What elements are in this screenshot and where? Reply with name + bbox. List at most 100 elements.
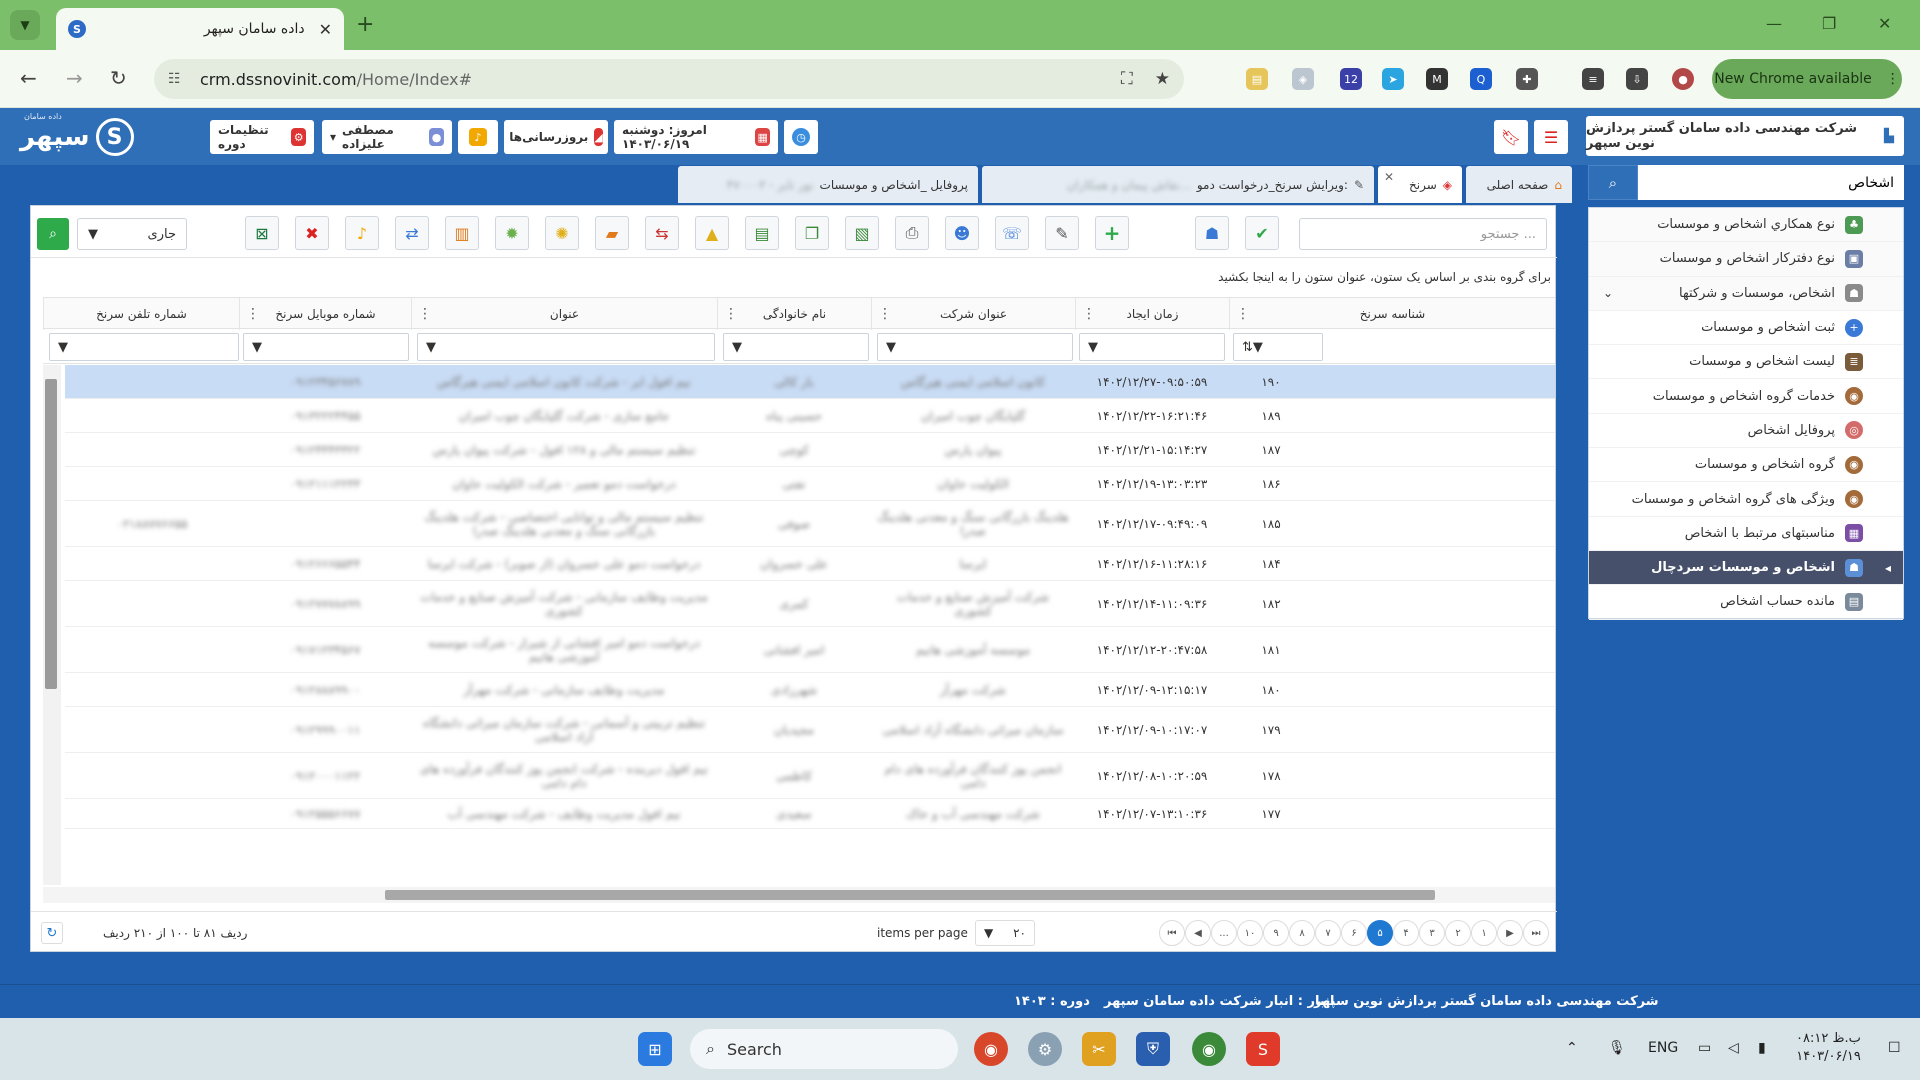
search-people-button[interactable]: ☗ (1195, 216, 1229, 250)
translate-icon[interactable]: ⛶ (1121, 69, 1133, 89)
filter-id[interactable]: ⇅▼ (1233, 333, 1323, 361)
document-add-button[interactable]: ▤ (745, 216, 779, 250)
image-add-button[interactable]: ▧ (845, 216, 879, 250)
page-button[interactable]: ۹ (1263, 920, 1289, 946)
delete-button[interactable]: ✖ (295, 216, 329, 250)
column-header-company[interactable]: ⋮ عنوان شرکت (871, 298, 1075, 330)
bookmark-icon[interactable]: 🔖︎ (1494, 120, 1528, 154)
security-icon[interactable]: ⛨ (1136, 1032, 1170, 1066)
page-button[interactable]: ۳ (1419, 920, 1445, 946)
windows-start-icon[interactable]: ⊞ (638, 1032, 672, 1066)
tab-home[interactable]: صفحه اصلی ⌂ (1466, 166, 1572, 203)
page-button[interactable]: ۸ (1289, 920, 1315, 946)
page-size-select[interactable]: ▼ ۲۰ (975, 920, 1035, 946)
idea-button[interactable]: ✺ (545, 216, 579, 250)
taskbar-search[interactable]: ⌕ Search (690, 1029, 958, 1069)
page-button[interactable]: ۴ (1393, 920, 1419, 946)
network-icon[interactable]: ▭ (1698, 1040, 1711, 1056)
vertical-scrollbar[interactable] (43, 365, 61, 885)
alert-add-button[interactable]: ▲ (695, 216, 729, 250)
transfer-button[interactable]: ⇄ (395, 216, 429, 250)
sidebar-item-balance[interactable]: مانده حساب اشخاص ▤ (1589, 585, 1903, 620)
call-button[interactable]: ☏ (995, 216, 1029, 250)
sidebar-item-group-features[interactable]: ویژگی های گروه اشخاص و موسسات ◉ (1589, 482, 1903, 517)
sidebar-item-occasions[interactable]: مناسبتهای مرتبط با اشخاص ▦ (1589, 517, 1903, 551)
table-row[interactable]: ۰۹۱۲۷۷۷۸۸۹۹ مدیریت وظایف سازمانی - شرکت آ… (65, 581, 1555, 627)
volume-icon[interactable]: ◁ (1728, 1040, 1739, 1056)
settings-icon[interactable]: ⚙ (1028, 1032, 1062, 1066)
table-row[interactable]: ۰۹۱۲۹۹۹۰۰۱۱ تنظیم تربیتی و آسمانی - شرکت … (65, 707, 1555, 753)
tab-edit-lead[interactable]: نقاش پیمان و همکاران... ویرایش سرنخ_درخو… (982, 166, 1374, 203)
menu-icon[interactable]: ☰ (1534, 120, 1568, 154)
column-header-id[interactable]: ⋮ شناسه سرنخ (1229, 298, 1555, 330)
table-row[interactable]: ۰۹۱۲۴۴۴۳۳۲۲ تنظیم سیستم مالی و ۱۲۸ افول -… (65, 433, 1555, 467)
excel-export-button[interactable]: ⊠ (245, 216, 279, 250)
period-settings-button[interactable]: تنظیمات دوره ⚙ (210, 120, 314, 154)
browser-tab[interactable]: S داده سامان سپهر ✕ (56, 8, 344, 50)
sidebar-item-persons-companies[interactable]: ⌄ اشخاص، موسسات و شرکتها ☗ (1589, 276, 1903, 311)
clock-button[interactable]: ◷ (784, 120, 818, 154)
page-button[interactable]: ۱۰ (1237, 920, 1263, 946)
last-page-icon[interactable]: ⏭ (1523, 920, 1549, 946)
page-button[interactable]: ۱ (1471, 920, 1497, 946)
table-row[interactable]: ۰۹۱۷۱۲۳۴۵۶۷ درخواست دمو امیر افشانی از شی… (65, 627, 1555, 673)
table-row[interactable]: ۰۹۱۲۸۸۸۹۹۰۰ مدیریت وظایف سازمانی - شرکت م… (65, 673, 1555, 707)
column-header-phone[interactable]: شماره تلفن سرنخ (43, 298, 239, 330)
status-select[interactable]: ▼ جاری (77, 218, 187, 250)
sidebar-item-sardchal[interactable]: ◂ اشخاص و موسسات سردچال ☗ (1589, 550, 1903, 586)
filter-title[interactable]: ▼ (417, 333, 715, 361)
sidebar-item-person-profile[interactable]: پروفایل اشخاص ◎ (1589, 414, 1903, 449)
restore-button[interactable]: ❐ (1822, 14, 1836, 33)
convert-button[interactable]: ⇆ (645, 216, 679, 250)
table-row[interactable]: ۰۹۱۲۵۵۵۶۶۷۷ نیم افول مدیریت وظایف - شرکت … (65, 799, 1555, 829)
language-indicator[interactable]: ENG (1648, 1040, 1678, 1056)
column-menu-icon[interactable]: ⋮ (1236, 306, 1250, 322)
sidebar-item-person-group[interactable]: گروه اشخاص و موسسات ◉ (1589, 448, 1903, 483)
apply-filter-button[interactable]: ⌕ (37, 218, 69, 250)
sidebar-search-input[interactable] (1638, 165, 1904, 200)
page-button[interactable]: ۲ (1445, 920, 1471, 946)
app-logo[interactable]: داده سامان سپهر S (20, 112, 134, 156)
sidebar-item-register-person[interactable]: ثبت اشخاص و موسسات + (1589, 311, 1903, 346)
filter-mobile[interactable]: ▼ (243, 333, 409, 361)
filter-created[interactable]: ▼ (1079, 333, 1225, 361)
bookmark-star-icon[interactable]: ★ (1155, 69, 1170, 89)
page-button[interactable]: ... (1211, 920, 1237, 946)
message-button[interactable]: ▰ (595, 216, 629, 250)
profile-avatar[interactable]: ● (1672, 68, 1694, 90)
table-row[interactable]: ۰۹۱۲۱۱۱۲۲۳۳ درخواست دمو تعمیر - شرکت الکو… (65, 467, 1555, 501)
prev-page-icon[interactable]: ◀ (1185, 920, 1211, 946)
table-row[interactable]: ۰۹۱۳۲۲۲۴۴۵۵ جامع سازی - شرکت گلپایگان چوب… (65, 399, 1555, 433)
page-button[interactable]: ۶ (1341, 920, 1367, 946)
new-tab-button[interactable]: + (356, 12, 374, 37)
download-icon[interactable]: ⇩ (1626, 68, 1648, 90)
column-menu-icon[interactable]: ⋮ (878, 306, 892, 322)
tray-overflow-icon[interactable]: ⌃ (1566, 1040, 1578, 1056)
filter-family[interactable]: ▼ (723, 333, 869, 361)
sidebar-item-office-type[interactable]: نوع دفترکار اشخاص و موسسات ▣ (1589, 242, 1903, 277)
extension-shield-icon[interactable]: ◈ (1292, 68, 1314, 90)
column-menu-icon[interactable]: ⋮ (246, 306, 260, 322)
horizontal-scrollbar[interactable] (43, 887, 1555, 903)
add-button[interactable]: + (1095, 216, 1129, 250)
tab-lead[interactable]: ✕ سرنخ ◈ (1378, 166, 1462, 203)
column-header-family[interactable]: ⋮ نام خانوادگی (717, 298, 871, 330)
print-button[interactable]: ⎙ (895, 216, 929, 250)
filter-phone[interactable]: ▼ (49, 333, 239, 361)
sidebar-item-person-list[interactable]: لیست اشخاص و موسسات ≣ (1589, 345, 1903, 380)
column-menu-icon[interactable]: ⋮ (1082, 306, 1096, 322)
table-row[interactable]: ۰۹۱۲۳۴۵۶۷۸۹ نیم افول ایر - شرکت کانون اسل… (65, 365, 1555, 399)
new-chrome-available-button[interactable]: New Chrome available ⋮ (1712, 59, 1902, 99)
chrome-icon[interactable]: ◉ (974, 1032, 1008, 1066)
page-button[interactable]: ۷ (1315, 920, 1341, 946)
taskbar-clock[interactable]: ۰۸:۱۲ ب.ظ ۱۴۰۳/۰۶/۱۹ (1796, 1030, 1861, 1066)
chart-button[interactable]: ▥ (445, 216, 479, 250)
table-row[interactable]: ۰۹۱۲۶۶۶۵۵۴۴ درخواست دمو علی خسروان (ار صو… (65, 547, 1555, 581)
sepehr-app-icon[interactable]: S (1246, 1032, 1280, 1066)
minimize-button[interactable]: — (1766, 14, 1782, 33)
close-window-button[interactable]: ✕ (1878, 14, 1891, 33)
chrome-profile-icon[interactable]: ◉ (1192, 1032, 1226, 1066)
refresh-icon[interactable]: ↻ (41, 922, 63, 944)
edit-button[interactable]: ✎ (1045, 216, 1079, 250)
column-header-mobile[interactable]: ⋮ شماره موبایل سرنخ (239, 298, 411, 330)
